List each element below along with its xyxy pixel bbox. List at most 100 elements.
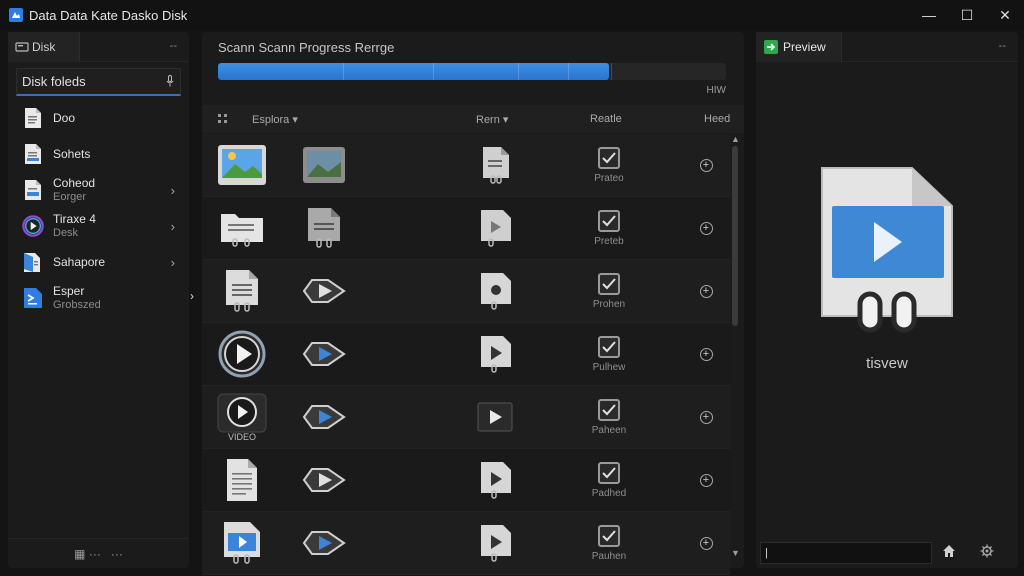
sidebar-item-label: Coheod [53, 176, 96, 190]
text-document-icon [214, 449, 270, 511]
chevron-right-icon[interactable]: › [171, 183, 175, 198]
sidebar-item-sublabel: Grobszed [53, 299, 101, 311]
image-thumb-icon [214, 134, 270, 196]
minimize-button[interactable]: — [910, 0, 948, 30]
video-file-icon [474, 323, 518, 385]
scan-rate: HIW [706, 85, 726, 96]
sidebar-item-sahapore[interactable]: Sahapore › [8, 244, 189, 280]
table-row[interactable]: Preteb + [202, 197, 730, 260]
sidebar-item-doo[interactable]: Doo [8, 100, 189, 136]
pin-icon[interactable] [166, 75, 174, 90]
title-bar: Data Data Kate Dasko Disk — ☐ ✕ [0, 0, 1024, 30]
table-row[interactable]: Padhed + [202, 449, 730, 512]
preview-menu-icon[interactable]: -- [999, 40, 1006, 52]
table-row[interactable]: Prohen + [202, 260, 730, 323]
tab-disk[interactable]: Disk [8, 31, 80, 62]
video-file-icon [474, 260, 518, 322]
app-icon [9, 8, 23, 22]
sidebar-item-sohets[interactable]: Sohets [8, 136, 189, 172]
maximize-button[interactable]: ☐ [948, 0, 986, 30]
status-cell: Preteb [584, 197, 634, 259]
preview-input[interactable]: | [760, 542, 932, 564]
table-row[interactable]: VIDEO Paheen + [202, 386, 730, 449]
grid-view-icon[interactable] [218, 114, 228, 127]
close-button[interactable]: ✕ [986, 0, 1024, 30]
document-file-icon [214, 260, 270, 322]
footer-more-menu[interactable]: ··· [111, 547, 123, 561]
document-file-icon [296, 197, 352, 259]
status-checkbox[interactable] [598, 335, 620, 358]
scroll-up-icon[interactable]: ▲ [731, 134, 740, 144]
document-icon [22, 178, 44, 202]
table-row[interactable]: Pulhew + [202, 323, 730, 386]
video-file-preview-icon [816, 166, 956, 339]
document-folder-icon [214, 197, 270, 259]
add-button[interactable]: + [699, 284, 713, 298]
left-panel-footer: ▦ ··· ··· [8, 538, 189, 568]
home-icon[interactable] [942, 544, 956, 561]
column-head[interactable]: Heed [704, 113, 730, 125]
status-checkbox[interactable] [598, 146, 620, 169]
add-button[interactable]: + [699, 410, 713, 424]
preview-panel: Preview -- tisvew | [756, 32, 1018, 568]
sidebar-item-label: Doo [53, 111, 76, 125]
sidebar-item-esper[interactable]: Esper Grobszed [8, 280, 189, 316]
status-cell: Paheen [584, 386, 634, 448]
status-label: Prohen [592, 298, 626, 310]
add-button[interactable]: + [699, 347, 713, 361]
chevron-right-icon[interactable]: › [171, 255, 175, 270]
media-ring-icon [22, 214, 44, 238]
document-icon [22, 142, 44, 166]
add-button[interactable]: + [699, 473, 713, 487]
tab-preview[interactable]: Preview [756, 32, 842, 62]
column-status[interactable]: Reatle [590, 113, 622, 125]
status-checkbox[interactable] [598, 398, 620, 421]
sidebar-item-coheod[interactable]: Coheod Eorger › [8, 172, 189, 208]
column-item[interactable]: Rern ▾ [476, 113, 508, 126]
status-cell: Prohen [584, 260, 634, 322]
scroll-down-icon[interactable]: ▼ [731, 548, 740, 558]
document-file-icon [474, 134, 518, 196]
status-checkbox[interactable] [598, 272, 620, 295]
video-file-icon [474, 386, 518, 448]
disk-folders-header[interactable]: Disk foleds [16, 68, 181, 96]
sidebar-item-label: Sohets [53, 147, 91, 161]
sidebar-item-label: Esper [53, 284, 85, 298]
play-circle-icon [214, 323, 270, 385]
sidebar-item-sublabel: Eorger [53, 191, 87, 203]
add-button[interactable]: + [699, 221, 713, 235]
video-badge-icon: VIDEO [214, 386, 270, 448]
image-thumb-icon [296, 134, 352, 196]
blue-document-icon [22, 250, 44, 274]
table-row[interactable]: Prateo + [202, 134, 730, 197]
splitter-collapse-icon[interactable]: › [190, 289, 194, 303]
tab-preview-label: Preview [783, 40, 826, 54]
status-label: Prateo [594, 172, 624, 184]
panel-menu-icon[interactable]: -- [170, 40, 177, 52]
scrollbar-thumb[interactable] [732, 146, 738, 326]
status-label: Paheen [591, 424, 627, 436]
results-scrollbar[interactable]: ▲ ▼ [731, 134, 740, 558]
document-icon [22, 106, 44, 130]
status-checkbox[interactable] [598, 461, 620, 484]
scan-title: Scann Scann Progress Rerrge [218, 40, 395, 55]
chevron-right-icon[interactable]: › [171, 219, 175, 234]
footer-grid-menu[interactable]: ▦ ··· [74, 547, 101, 561]
disk-folders-title: Disk foleds [22, 74, 86, 89]
add-button[interactable]: + [699, 158, 713, 172]
add-button[interactable]: + [699, 536, 713, 550]
table-row[interactable]: Pauhen + [202, 512, 730, 575]
column-explore[interactable]: Esplora ▾ [252, 113, 298, 126]
gear-icon[interactable] [980, 544, 994, 561]
preview-toolbar: | [756, 538, 1018, 568]
status-cell: Pauhen [584, 512, 634, 574]
status-cell: Pulhew [584, 323, 634, 385]
status-label: Preteb [594, 235, 624, 247]
window-title: Data Data Kate Dasko Disk [29, 7, 188, 23]
sidebar-item-tiraxe[interactable]: Tiraxe 4 Desk › [8, 208, 189, 244]
disk-icon [15, 41, 29, 52]
status-checkbox[interactable] [598, 524, 620, 547]
sidebar-item-label: Tiraxe 4 [53, 212, 96, 226]
preview-icon [764, 40, 778, 54]
status-checkbox[interactable] [598, 209, 620, 232]
